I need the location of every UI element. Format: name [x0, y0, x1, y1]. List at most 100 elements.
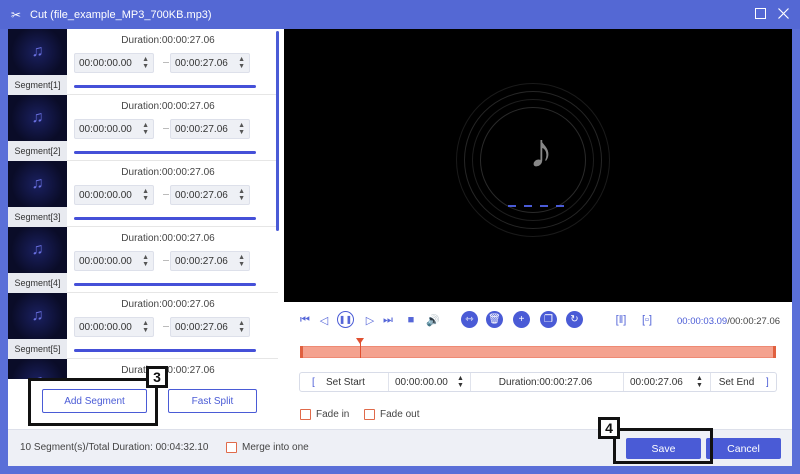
total-time: 00:00:27.06	[729, 316, 781, 327]
fade-in-label: Fade in	[316, 409, 350, 420]
fade-in-checkbox[interactable]	[300, 409, 311, 420]
segment-end-input[interactable]: 00:00:27.06 ▲ ▼	[170, 53, 250, 73]
segment-start-input[interactable]: 00:00:00.00 ▲ ▼	[74, 53, 154, 73]
segment-thumbnail[interactable]: ♫ Segment[4]	[8, 227, 67, 293]
end-spinner[interactable]: ▲ ▼	[238, 56, 245, 70]
segment-row[interactable]: ♫ Segment[2] Duration:00:00:27.06 00:00:00.…	[8, 95, 278, 161]
segment-progress	[74, 349, 256, 352]
music-note-icon: ♫	[8, 95, 67, 141]
end-time-input[interactable]: 00:00:27.06	[623, 373, 703, 391]
segment-thumbnail[interactable]: ♫Segment[6]	[8, 359, 67, 379]
segment-end-value: 00:00:27.06	[175, 321, 228, 333]
step-back-icon[interactable]: ◁	[317, 313, 331, 327]
music-note-icon: ♫	[8, 359, 67, 379]
callout-badge-step4: 4	[598, 417, 620, 439]
segment-duration: Duration:00:00:27.06	[121, 167, 215, 178]
segment-list: ♫ Segment[1] Duration:00:00:27.06 00:00:00.…	[8, 29, 284, 379]
timeline-start-handle[interactable]	[300, 346, 303, 358]
reset-icon[interactable]: ↻	[566, 311, 583, 328]
start-spinner[interactable]: ▲ ▼	[142, 188, 149, 202]
segment-end-input[interactable]: 00:00:27.06 ▲ ▼	[170, 317, 250, 337]
start-time-input[interactable]: 00:00:00.00	[388, 373, 468, 391]
segment-end-input[interactable]: 00:00:27.06 ▲ ▼	[170, 251, 250, 271]
copy-icon[interactable]: ❐	[540, 311, 557, 328]
end-spinner[interactable]: ▲ ▼	[238, 320, 245, 334]
delete-icon[interactable]: 🗑	[486, 311, 503, 328]
fast-split-button[interactable]: Fast Split	[168, 389, 257, 413]
segment-thumbnail[interactable]: ♫ Segment[1]	[8, 29, 67, 95]
segment-progress	[74, 217, 256, 220]
volume-icon[interactable]: 🔊	[426, 313, 440, 327]
set-end-button[interactable]: Set End	[710, 373, 762, 391]
segment-start-value: 00:00:00.00	[79, 321, 132, 333]
mark-in-icon[interactable]: [ǁ]	[614, 313, 628, 327]
end-spinner[interactable]: ▲ ▼	[238, 188, 245, 202]
segment-thumbnail[interactable]: ♫ Segment[3]	[8, 161, 67, 227]
add-segment-button[interactable]: Add Segment	[42, 389, 147, 413]
segment-start-input[interactable]: 00:00:00.00 ▲ ▼	[74, 251, 154, 271]
end-spinner[interactable]: ▲ ▼	[238, 254, 245, 268]
segment-row[interactable]: ♫Segment[6] Duration:00:00:27.06	[8, 359, 278, 379]
timeline-end-handle[interactable]	[773, 346, 776, 358]
segment-start-value: 00:00:00.00	[79, 57, 132, 69]
start-spinner[interactable]: ▲ ▼	[142, 56, 149, 70]
segment-duration: Duration:00:00:27.06	[121, 299, 215, 310]
close-icon[interactable]	[776, 6, 790, 20]
stop-icon[interactable]: ■	[404, 313, 418, 327]
cut-window: ♫ Segment[1] Duration:00:00:27.06 00:00:00.…	[8, 29, 792, 466]
music-note-icon: ♫	[8, 293, 67, 339]
skip-start-icon[interactable]: ⏮	[298, 313, 312, 327]
segment-end-value: 00:00:27.06	[175, 189, 228, 201]
music-note-icon: ♪	[529, 125, 553, 178]
split-icon[interactable]: ⇿	[461, 311, 478, 328]
segment-row[interactable]: ♫ Segment[3] Duration:00:00:27.06 00:00:00.…	[8, 161, 278, 227]
playhead-marker[interactable]	[356, 338, 364, 344]
music-note-icon: ♫	[8, 227, 67, 273]
segment-thumbnail[interactable]: ♫ Segment[2]	[8, 95, 67, 161]
segment-progress	[74, 151, 256, 154]
time-readout: 00:00:03.09/00:00:27.06	[677, 316, 780, 327]
start-spinner[interactable]: ▲ ▼	[142, 320, 149, 334]
timeline-track[interactable]	[300, 346, 776, 358]
start-time-spinner[interactable]: ▲ ▼	[457, 373, 464, 391]
set-start-bracket: [	[312, 376, 315, 388]
segment-end-input[interactable]: 00:00:27.06 ▲ ▼	[170, 185, 250, 205]
title-bar: ✂ Cut (file_example_MP3_700KB.mp3)	[0, 0, 800, 29]
mark-out-icon[interactable]: [▫]	[640, 313, 654, 327]
segment-thumbnail[interactable]: ♫ Segment[5]	[8, 293, 67, 359]
segment-start-input[interactable]: 00:00:00.00 ▲ ▼	[74, 119, 154, 139]
segment-start-value: 00:00:00.00	[79, 189, 132, 201]
skip-end-icon[interactable]: ⏭	[381, 313, 395, 327]
set-start-button[interactable]: Set Start	[326, 373, 382, 391]
segment-duration: Duration:00:00:27.06	[121, 365, 215, 376]
video-preview: ♪	[284, 29, 792, 302]
segment-start-value: 00:00:00.00	[79, 255, 132, 267]
music-note-icon: ♫	[8, 161, 67, 207]
segment-duration: Duration:00:00:27.06	[121, 35, 215, 46]
end-time-spinner[interactable]: ▲ ▼	[696, 373, 703, 391]
merge-checkbox[interactable]	[226, 442, 237, 453]
segment-row[interactable]: ♫ Segment[4] Duration:00:00:27.06 00:00:00.…	[8, 227, 278, 293]
cancel-button[interactable]: Cancel	[706, 438, 781, 459]
segment-progress	[74, 85, 256, 88]
segment-start-value: 00:00:00.00	[79, 123, 132, 135]
segment-label: Segment[2]	[8, 141, 67, 161]
fade-out-checkbox[interactable]	[364, 409, 375, 420]
segment-start-input[interactable]: 00:00:00.00 ▲ ▼	[74, 317, 154, 337]
segment-row[interactable]: ♫ Segment[5] Duration:00:00:27.06 00:00:00.…	[8, 293, 278, 359]
segment-end-value: 00:00:27.06	[175, 57, 228, 69]
segment-end-input[interactable]: 00:00:27.06 ▲ ▼	[170, 119, 250, 139]
end-spinner[interactable]: ▲ ▼	[238, 122, 245, 136]
start-spinner[interactable]: ▲ ▼	[142, 254, 149, 268]
maximize-icon[interactable]	[753, 6, 767, 20]
current-time: 00:00:03.09	[677, 316, 728, 327]
music-note-icon: ♫	[8, 29, 67, 75]
scrollbar[interactable]	[276, 31, 279, 231]
segment-row[interactable]: ♫ Segment[1] Duration:00:00:27.06 00:00:00.…	[8, 29, 278, 95]
step-forward-icon[interactable]: ▷	[363, 313, 377, 327]
segment-start-input[interactable]: 00:00:00.00 ▲ ▼	[74, 185, 154, 205]
start-spinner[interactable]: ▲ ▼	[142, 122, 149, 136]
add-icon[interactable]: +	[513, 311, 530, 328]
pause-icon[interactable]: ❚❚	[337, 311, 354, 328]
set-end-bracket: ]	[766, 376, 769, 388]
